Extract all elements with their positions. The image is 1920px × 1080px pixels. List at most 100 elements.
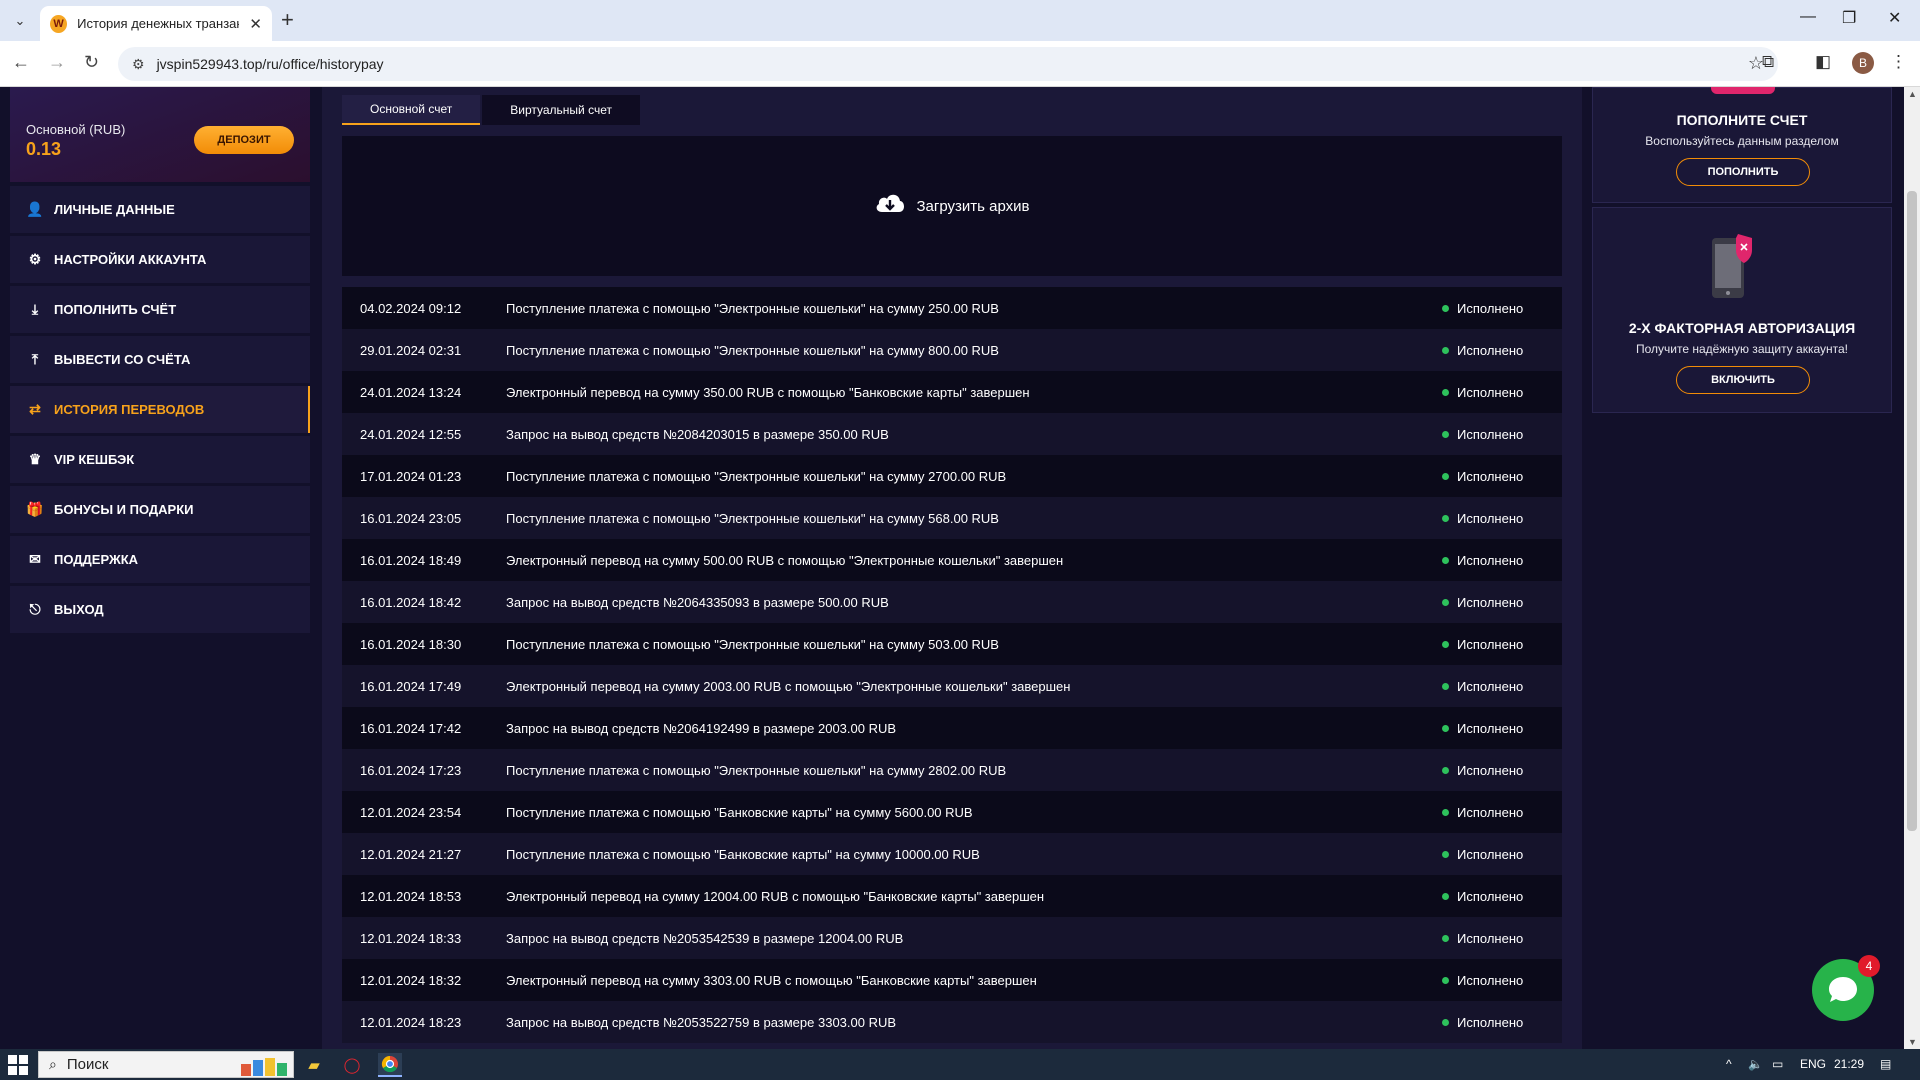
site-settings-icon[interactable]: ⚙ xyxy=(132,56,145,73)
table-row: 24.01.2024 13:24 Электронный перевод на с… xyxy=(342,371,1562,413)
chat-unread-badge: 4 xyxy=(1858,955,1880,977)
sidebar-item-7[interactable]: ✉ ПОДДЕРЖКА xyxy=(10,536,310,583)
tx-description: Поступление платежа с помощью "Банковски… xyxy=(506,804,973,820)
table-row: 29.01.2024 02:31 Поступление платежа с по… xyxy=(342,329,1562,371)
tab-close-icon[interactable]: ✕ xyxy=(249,15,262,33)
sidebar-item-label: ЛИЧНЫЕ ДАННЫЕ xyxy=(54,202,175,217)
profile-avatar[interactable]: B xyxy=(1852,52,1874,74)
address-bar[interactable]: ⚙ jvspin529943.top/ru/office/historypay … xyxy=(118,47,1778,81)
chat-bubble-icon xyxy=(1829,977,1857,1002)
taskbar-search[interactable]: ⌕ Поиск xyxy=(38,1051,294,1078)
windows-start-icon[interactable] xyxy=(8,1055,28,1075)
scroll-down-icon[interactable]: ▼ xyxy=(1908,1037,1917,1047)
tx-date: 12.01.2024 18:23 xyxy=(360,1014,462,1030)
tx-description: Запрос на вывод средств №2064335093 в ра… xyxy=(506,594,889,610)
table-row: 16.01.2024 18:42 Запрос на вывод средств … xyxy=(342,581,1562,623)
sidebar-item-4[interactable]: ⇄ ИСТОРИЯ ПЕРЕВОДОВ xyxy=(10,386,310,433)
sidebar-item-6[interactable]: 🎁 БОНУСЫ И ПОДАРКИ xyxy=(10,486,310,533)
minimize-icon[interactable]: — xyxy=(1800,8,1816,26)
notifications-icon[interactable]: ▤ xyxy=(1880,1057,1891,1071)
url-text[interactable]: jvspin529943.top/ru/office/historypay xyxy=(157,56,384,72)
status-dot-icon xyxy=(1442,346,1449,354)
sidebar-item-0[interactable]: 👤 ЛИЧНЫЕ ДАННЫЕ xyxy=(10,186,310,233)
window-close-icon[interactable]: ✕ xyxy=(1888,8,1901,28)
restore-icon[interactable]: ❐ xyxy=(1842,8,1856,28)
twofa-promo-subtitle: Получите надёжную защиту аккаунта! xyxy=(1635,342,1848,356)
sidebar-item-2[interactable]: ⤓ ПОПОЛНИТЬ СЧЁТ xyxy=(10,286,310,333)
status-text: Исполнено xyxy=(1457,594,1524,610)
table-row: 16.01.2024 17:42 Запрос на вывод средств … xyxy=(342,707,1562,749)
tx-description: Поступление платежа с помощью "Банковски… xyxy=(506,846,980,862)
volume-icon[interactable]: 🔈 xyxy=(1748,1057,1763,1071)
sidebar-item-5[interactable]: ♛ VIP КЕШБЭК xyxy=(10,436,310,483)
tx-date: 04.02.2024 09:12 xyxy=(360,300,462,316)
tx-status: Исполнено xyxy=(1442,343,1562,358)
tx-description: Запрос на вывод средств №2064192499 в ра… xyxy=(506,720,897,736)
tx-description: Электронный перевод на сумму 12004.00 RU… xyxy=(506,888,1045,904)
sidebar-item-label: ВЫХОД xyxy=(54,602,104,617)
tx-date: 16.01.2024 18:49 xyxy=(360,552,462,568)
sidebar-item-label: ПОДДЕРЖКА xyxy=(54,552,139,567)
sidebar-item-8[interactable]: ⎋ ВЫХОД xyxy=(10,586,310,633)
status-text: Исполнено xyxy=(1457,804,1524,820)
main-content: Основной счет Виртуальный счет Загрузить… xyxy=(322,87,1582,1049)
twofa-promo: 2-Х ФАКТОРНАЯ АВТОРИЗАЦИЯ Получите надёж… xyxy=(1592,207,1892,413)
browser-tab[interactable]: W История денежных транзакций ✕ xyxy=(40,6,272,41)
table-row: 16.01.2024 17:49 Электронный перевод на с… xyxy=(342,665,1562,707)
crown-icon: ♛ xyxy=(28,451,42,467)
browser-menu-icon[interactable]: ⋮ xyxy=(1890,52,1907,72)
topup-button[interactable]: ПОПОЛНИТЬ xyxy=(1676,158,1810,186)
chat-button[interactable]: 4 xyxy=(1812,955,1880,1021)
deposit-button[interactable]: ДЕПОЗИТ xyxy=(194,126,294,154)
chrome-icon[interactable] xyxy=(378,1053,402,1077)
tx-status: Исполнено xyxy=(1442,553,1562,568)
download-icon: ⤓ xyxy=(31,301,39,317)
sidebar-item-3[interactable]: ⤒ ВЫВЕСТИ СО СЧЁТА xyxy=(10,336,310,383)
file-explorer-icon[interactable]: ▰ xyxy=(302,1053,326,1077)
gears-icon: ⚙ xyxy=(28,251,42,267)
tx-date: 17.01.2024 01:23 xyxy=(360,468,462,484)
sidebar-item-1[interactable]: ⚙ НАСТРОЙКИ АККАУНТА xyxy=(10,236,310,283)
clock[interactable]: 21:29 xyxy=(1834,1057,1864,1071)
tx-description: Запрос на вывод средств №2053542539 в ра… xyxy=(506,930,904,946)
balance-value: 0.13 xyxy=(26,139,62,159)
page-scrollbar[interactable]: ▲ ▼ xyxy=(1904,87,1920,1049)
table-row: 12.01.2024 23:54 Поступление платежа с по… xyxy=(342,791,1562,833)
table-row: 24.01.2024 12:55 Запрос на вывод средств … xyxy=(342,413,1562,455)
account-sidebar: Основной (RUB) 0.13 ДЕПОЗИТ 👤 ЛИЧНЫЕ ДАНН… xyxy=(0,87,320,1049)
status-dot-icon xyxy=(1442,682,1449,690)
status-text: Исполнено xyxy=(1457,888,1524,904)
tab-search-icon[interactable]: ⌄ xyxy=(8,9,32,33)
download-archive-button[interactable]: Загрузить архив xyxy=(342,136,1562,276)
tab-virtual-account[interactable]: Виртуальный счет xyxy=(482,95,640,125)
tx-date: 12.01.2024 23:54 xyxy=(360,804,462,820)
new-tab-icon[interactable]: + xyxy=(281,8,294,32)
extensions-icon[interactable]: ⧉ xyxy=(1762,52,1774,72)
tray-chevron-icon[interactable]: ^ xyxy=(1726,1057,1732,1071)
scroll-thumb[interactable] xyxy=(1907,191,1917,831)
tx-description: Поступление платежа с помощью "Электронн… xyxy=(506,762,1007,778)
twofa-promo-title: 2-Х ФАКТОРНАЯ АВТОРИЗАЦИЯ xyxy=(1628,320,1856,336)
account-menu: 👤 ЛИЧНЫЕ ДАННЫЕ ⚙ НАСТРОЙКИ АККАУНТА ⤓ ПОПОЛН… xyxy=(10,186,310,636)
status-dot-icon xyxy=(1442,724,1449,732)
back-icon[interactable]: ← xyxy=(12,52,30,73)
network-icon[interactable]: ▭ xyxy=(1772,1057,1783,1071)
status-text: Исполнено xyxy=(1457,678,1524,694)
side-panel-icon[interactable]: ◧ xyxy=(1815,52,1831,72)
tx-description: Поступление платежа с помощью "Электронн… xyxy=(506,510,999,526)
forward-icon[interactable]: → xyxy=(48,52,66,73)
tx-status: Исполнено xyxy=(1442,595,1562,610)
status-dot-icon xyxy=(1442,808,1449,816)
status-dot-icon xyxy=(1442,640,1449,648)
language-indicator[interactable]: ENG xyxy=(1800,1057,1826,1071)
opera-icon[interactable]: ◯ xyxy=(340,1053,364,1077)
tab-main-account[interactable]: Основной счет xyxy=(342,95,481,125)
enable-2fa-button[interactable]: ВКЛЮЧИТЬ xyxy=(1676,366,1810,394)
reload-icon[interactable]: ↻ xyxy=(84,52,99,73)
topup-promo-subtitle: Воспользуйтесь данным разделом xyxy=(1645,134,1839,148)
transfer-icon: ⇄ xyxy=(29,401,41,417)
tx-description: Электронный перевод на сумму 2003.00 RUB… xyxy=(506,678,1071,694)
tx-date: 12.01.2024 21:27 xyxy=(360,846,462,862)
scroll-up-icon[interactable]: ▲ xyxy=(1908,89,1917,99)
status-text: Исполнено xyxy=(1457,300,1524,316)
